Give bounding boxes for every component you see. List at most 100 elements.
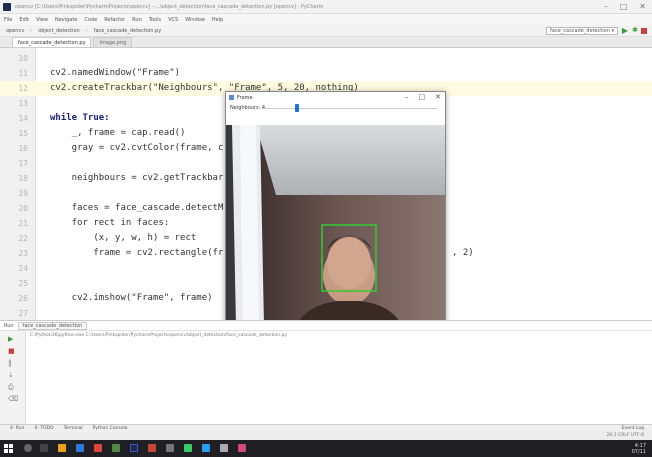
line-number: 27 bbox=[18, 309, 28, 318]
menu-tools[interactable]: Tools bbox=[149, 17, 161, 23]
chevron-down-icon: ▾ bbox=[609, 28, 614, 34]
code-text: cv2.imshow("Frame", frame) bbox=[50, 293, 213, 303]
taskbar-clock[interactable]: 4:17 07/11 bbox=[632, 443, 646, 455]
camera-frame-image bbox=[226, 125, 445, 326]
run-panel-title: Run bbox=[4, 322, 14, 329]
tab-face-cascade-detection[interactable]: face_cascade_detection.py bbox=[12, 37, 92, 47]
scroll-to-end-icon[interactable]: ⇣ bbox=[8, 371, 14, 379]
tab-label: face_cascade_detection.py bbox=[18, 39, 86, 46]
chevron-right-icon: › bbox=[30, 27, 33, 34]
code-text: while True: bbox=[50, 113, 110, 123]
app-icon[interactable] bbox=[148, 444, 156, 452]
event-log-link[interactable]: Event Log bbox=[622, 426, 644, 431]
menu-bar: File Edit View Navigate Code Refactor Ru… bbox=[0, 14, 652, 25]
tab-image[interactable]: image.png bbox=[93, 37, 133, 47]
trackbar-track[interactable] bbox=[262, 108, 437, 109]
edge-icon[interactable] bbox=[76, 444, 84, 452]
line-number: 20 bbox=[18, 204, 28, 213]
run-icon[interactable]: ▶ bbox=[622, 26, 628, 35]
menu-file[interactable]: File bbox=[4, 17, 12, 23]
breadcrumb-file[interactable]: face_cascade_detection.py bbox=[92, 28, 163, 34]
pycharm-logo-icon bbox=[3, 2, 11, 11]
breadcrumb-folder[interactable]: object_detection bbox=[36, 28, 82, 34]
stop-icon[interactable] bbox=[641, 28, 647, 34]
tab-label: image.png bbox=[99, 39, 127, 46]
tool-window-bar: 4: Run 6: TODO Terminal Python Console E… bbox=[0, 424, 652, 432]
menu-window[interactable]: Window bbox=[185, 17, 205, 23]
trackbar-thumb[interactable] bbox=[295, 104, 299, 112]
frame-window-titlebar[interactable]: Frame – □ ✕ bbox=[226, 92, 445, 103]
run-configuration-label: face_cascade_detection bbox=[550, 28, 610, 34]
webcam-image bbox=[226, 125, 445, 326]
menu-view[interactable]: View bbox=[36, 17, 48, 23]
code-text: for rect in faces: bbox=[50, 218, 170, 228]
task-view-icon[interactable] bbox=[40, 444, 48, 452]
window-controls: – □ ✕ bbox=[604, 2, 646, 11]
run-tab-label: face_cascade_detection bbox=[22, 322, 83, 329]
app-icon[interactable] bbox=[202, 444, 210, 452]
menu-run[interactable]: Run bbox=[132, 17, 142, 23]
line-number: 11 bbox=[18, 69, 28, 78]
code-text: neighbours = cv2.getTrackbar bbox=[50, 173, 224, 183]
maximize-icon[interactable]: □ bbox=[620, 2, 628, 11]
cursor-position: 26:1 CRLF UTF-8 bbox=[606, 433, 644, 438]
frame-window-title: Frame bbox=[237, 94, 253, 101]
line-number: 10 bbox=[18, 54, 28, 63]
app-icon[interactable] bbox=[238, 444, 246, 452]
line-number: 15 bbox=[18, 129, 28, 138]
stop-icon[interactable]: ■ bbox=[8, 347, 15, 355]
trash-icon[interactable]: ⌫ bbox=[8, 395, 18, 403]
pycharm-taskbar-icon[interactable] bbox=[130, 444, 138, 452]
app-icon[interactable] bbox=[220, 444, 228, 452]
menu-navigate[interactable]: Navigate bbox=[55, 17, 77, 23]
maximize-icon[interactable]: □ bbox=[419, 93, 426, 101]
tool-tab-terminal[interactable]: Terminal bbox=[64, 426, 83, 431]
line-number: 21 bbox=[18, 219, 28, 228]
windows-taskbar: 4:17 07/11 bbox=[0, 440, 652, 457]
debug-icon[interactable]: ✱ bbox=[632, 26, 638, 34]
menu-refactor[interactable]: Refactor bbox=[104, 17, 125, 23]
status-bar: 26:1 CRLF UTF-8 bbox=[0, 432, 652, 440]
menu-code[interactable]: Code bbox=[84, 17, 97, 23]
minimize-icon[interactable]: – bbox=[405, 93, 409, 101]
neighbours-trackbar[interactable]: Neighbours: 4 bbox=[226, 103, 445, 113]
line-number: 22 bbox=[18, 234, 28, 243]
code-text: (x, y, w, h) = rect bbox=[50, 233, 197, 243]
close-icon[interactable]: ✕ bbox=[435, 93, 441, 101]
trackbar-label: Neighbours: 4 bbox=[230, 105, 266, 111]
breadcrumb-project[interactable]: opencv bbox=[4, 28, 26, 34]
app-icon[interactable] bbox=[112, 444, 120, 452]
menu-edit[interactable]: Edit bbox=[19, 17, 29, 23]
code-text: _, frame = cap.read() bbox=[50, 128, 186, 138]
search-icon[interactable] bbox=[24, 444, 32, 452]
run-configuration-dropdown[interactable]: face_cascade_detection ▾ bbox=[546, 27, 618, 35]
chrome-icon[interactable] bbox=[94, 444, 102, 452]
tool-tab-python-console[interactable]: Python Console bbox=[93, 426, 128, 431]
close-icon[interactable]: ✕ bbox=[639, 2, 646, 11]
print-icon[interactable]: ⎙ bbox=[8, 383, 14, 392]
tool-tab-todo[interactable]: 6: TODO bbox=[34, 426, 53, 431]
rerun-icon[interactable]: ▶ bbox=[8, 335, 13, 343]
app-icon[interactable] bbox=[184, 444, 192, 452]
line-number: 16 bbox=[18, 144, 28, 153]
run-toolbar: ▶ ■ ‖ ⇣ ⎙ ⌫ bbox=[0, 331, 26, 425]
code-text: frame = cv2.rectangle(fr bbox=[50, 248, 224, 258]
line-number: 23 bbox=[18, 249, 28, 258]
line-number: 18 bbox=[18, 174, 28, 183]
line-number: 26 bbox=[18, 294, 28, 303]
minimize-icon[interactable]: – bbox=[604, 2, 608, 11]
app-icon[interactable] bbox=[166, 444, 174, 452]
frame-window[interactable]: Frame – □ ✕ Neighbours: 4 bbox=[225, 91, 446, 327]
window-app-icon bbox=[229, 95, 234, 100]
pause-icon[interactable]: ‖ bbox=[8, 359, 12, 367]
run-tab[interactable]: face_cascade_detection bbox=[17, 321, 88, 330]
windows-start-icon[interactable] bbox=[4, 444, 13, 453]
line-number: 25 bbox=[18, 279, 28, 288]
tool-tab-run[interactable]: 4: Run bbox=[10, 426, 24, 431]
editor-tabs: face_cascade_detection.py image.png bbox=[0, 37, 652, 48]
menu-help[interactable]: Help bbox=[212, 17, 223, 23]
file-explorer-icon[interactable] bbox=[58, 444, 66, 452]
menu-vcs[interactable]: VCS bbox=[168, 17, 178, 23]
code-line: 11 cv2.namedWindow("Frame") bbox=[0, 66, 652, 81]
line-number: 12 bbox=[18, 84, 28, 93]
